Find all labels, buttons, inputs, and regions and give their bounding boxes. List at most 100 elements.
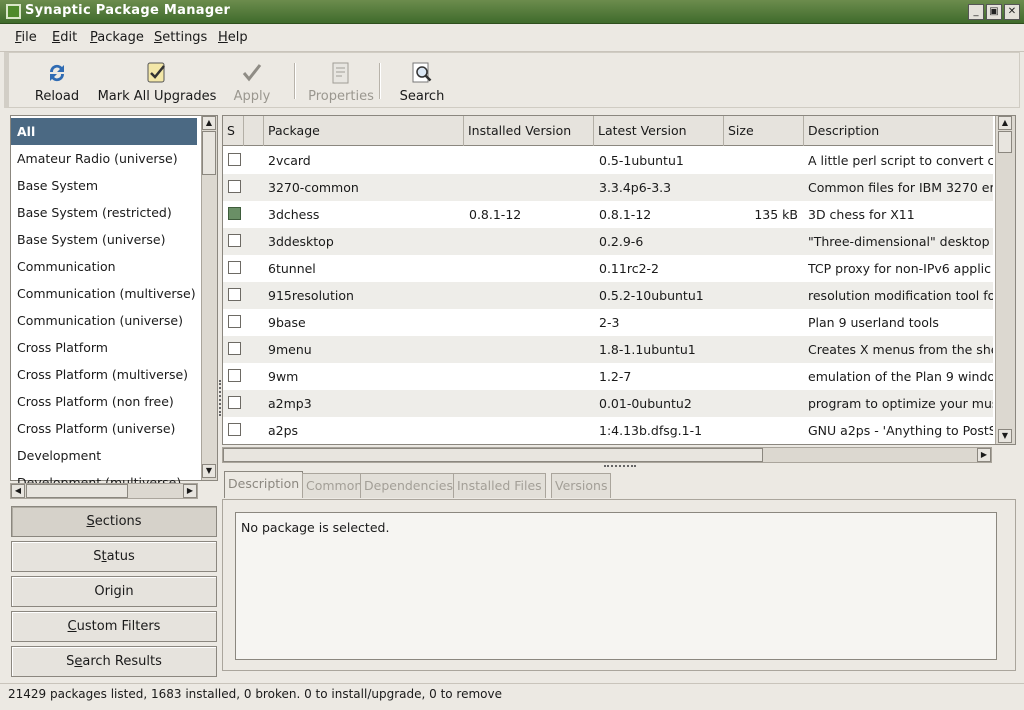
package-checkbox[interactable] (228, 369, 241, 382)
section-item[interactable]: Communication (11, 253, 197, 280)
table-row[interactable]: 2vcard 0.5-1ubuntu1 A little perl script… (223, 147, 993, 174)
section-item[interactable]: Cross Platform (non free) (11, 388, 197, 415)
tab-common[interactable]: Common (302, 473, 367, 498)
detail-message: No package is selected. (241, 520, 390, 535)
column-header-latest-version[interactable]: Latest Version (594, 116, 724, 146)
section-item[interactable]: Development (11, 442, 197, 469)
status-filter-button[interactable]: Status (11, 541, 217, 572)
tab-installed-files[interactable]: Installed Files (453, 473, 546, 498)
scroll-right-arrow-icon[interactable]: ▶ (977, 448, 991, 462)
section-item[interactable]: Cross Platform (multiverse) (11, 361, 197, 388)
search-icon (412, 62, 432, 83)
properties-button[interactable]: Properties (303, 57, 379, 105)
apply-button[interactable]: Apply (227, 57, 277, 105)
package-checkbox[interactable] (228, 396, 241, 409)
section-item[interactable]: Amateur Radio (universe) (11, 145, 197, 172)
table-row[interactable]: a2mp3 0.01-0ubuntu2 program to optimize … (223, 390, 993, 417)
origin-filter-button[interactable]: Origin (11, 576, 217, 607)
sections-vertical-scrollbar[interactable]: ▲ ▼ (201, 116, 217, 480)
window-title: Synaptic Package Manager (25, 3, 231, 18)
menu-help[interactable]: Help (218, 30, 248, 45)
package-vertical-scrollbar[interactable]: ▲ ▼ (995, 116, 1015, 444)
reload-icon (49, 64, 65, 82)
scroll-up-arrow-icon[interactable]: ▲ (202, 116, 216, 130)
scrollbar-thumb[interactable] (223, 448, 763, 462)
column-header-status[interactable]: S (223, 116, 244, 146)
close-button[interactable]: ✕ (1004, 4, 1020, 20)
table-row[interactable]: 9menu 1.8-1.1ubuntu1 Creates X menus fro… (223, 336, 993, 363)
scroll-up-arrow-icon[interactable]: ▲ (998, 116, 1012, 130)
status-text: 21429 packages listed, 1683 installed, 0… (8, 687, 502, 701)
package-list-header: S Package Installed Version Latest Versi… (223, 116, 993, 146)
package-checkbox[interactable] (228, 423, 241, 436)
table-row[interactable]: a2ps 1:4.13b.dfsg.1-1 GNU a2ps - 'Anythi… (223, 417, 993, 444)
table-row[interactable]: 915resolution 0.5.2-10ubuntu1 resolution… (223, 282, 993, 309)
scroll-left-arrow-icon[interactable]: ◀ (11, 484, 25, 498)
description-text-area[interactable]: No package is selected. (235, 512, 997, 660)
package-horizontal-scrollbar[interactable]: ▶ (222, 447, 992, 463)
column-header-installed-version[interactable]: Installed Version (464, 116, 594, 146)
menu-settings[interactable]: Settings (154, 30, 207, 45)
custom-filters-button[interactable]: Custom Filters (11, 611, 217, 642)
table-row[interactable]: 9base 2-3 Plan 9 userland tools (223, 309, 993, 336)
package-checkbox[interactable] (228, 288, 241, 301)
table-row[interactable]: 3270-common 3.3.4p6-3.3 Common files for… (223, 174, 993, 201)
properties-icon (332, 62, 349, 84)
section-item[interactable]: Base System (restricted) (11, 199, 197, 226)
scroll-down-arrow-icon[interactable]: ▼ (998, 429, 1012, 443)
checkmark-icon (242, 64, 262, 82)
package-checkbox[interactable] (228, 315, 241, 328)
section-item[interactable]: Communication (universe) (11, 307, 197, 334)
package-checkbox[interactable] (228, 180, 241, 193)
menu-edit[interactable]: Edit (52, 30, 77, 45)
package-checkbox[interactable] (228, 234, 241, 247)
detail-panel: No package is selected. (222, 499, 1016, 671)
scroll-down-arrow-icon[interactable]: ▼ (202, 464, 216, 478)
package-checkbox[interactable] (228, 342, 241, 355)
sections-horizontal-scrollbar[interactable]: ◀ ▶ (10, 483, 198, 499)
section-item[interactable]: Communication (multiverse) (11, 280, 197, 307)
section-item[interactable]: Base System (universe) (11, 226, 197, 253)
table-row[interactable]: 3ddesktop 0.2.9-6 "Three-dimensional" de… (223, 228, 993, 255)
column-header-size[interactable]: Size (724, 116, 804, 146)
table-row[interactable]: 3dchess 0.8.1-12 0.8.1-12 135 kB 3D ches… (223, 201, 993, 228)
column-header-description[interactable]: Description (804, 116, 993, 146)
toolbar-separator (294, 63, 296, 99)
section-item[interactable]: All (11, 118, 197, 145)
maximize-button[interactable]: ▣ (986, 4, 1002, 20)
scrollbar-thumb[interactable] (26, 484, 128, 498)
toolbar-separator (379, 63, 381, 99)
package-list: S Package Installed Version Latest Versi… (222, 115, 1016, 445)
minimize-button[interactable]: _ (968, 4, 984, 20)
table-row[interactable]: 9wm 1.2-7 emulation of the Plan 9 windov (223, 363, 993, 390)
section-item[interactable]: Cross Platform (universe) (11, 415, 197, 442)
scrollbar-thumb[interactable] (998, 131, 1012, 153)
search-button[interactable]: Search (394, 57, 450, 105)
menu-file[interactable]: File (15, 30, 37, 45)
scrollbar-thumb[interactable] (202, 131, 216, 175)
table-row[interactable]: 6tunnel 0.11rc2-2 TCP proxy for non-IPv6… (223, 255, 993, 282)
tab-description[interactable]: Description (224, 471, 304, 498)
menu-bar: File Edit Package Settings Help (0, 24, 1024, 52)
menu-package[interactable]: Package (90, 30, 144, 45)
sections-list: All Amateur Radio (universe) Base System… (10, 115, 218, 490)
column-header-marker[interactable] (244, 116, 264, 146)
section-item[interactable]: Cross Platform (11, 334, 197, 361)
tab-versions[interactable]: Versions (551, 473, 612, 498)
search-results-button[interactable]: Search Results (11, 646, 217, 677)
pane-resize-handle[interactable] (604, 465, 636, 468)
status-bar: 21429 packages listed, 1683 installed, 0… (0, 683, 1024, 710)
title-bar[interactable]: Synaptic Package Manager _ ▣ ✕ (0, 0, 1024, 24)
scroll-right-arrow-icon[interactable]: ▶ (183, 484, 197, 498)
tab-dependencies[interactable]: Dependencies (360, 473, 457, 498)
column-header-package[interactable]: Package (264, 116, 464, 146)
reload-button[interactable]: Reload (29, 57, 85, 105)
package-checkbox[interactable] (228, 153, 241, 166)
toolbar: Reload Mark All Upgrades Apply Propertie… (4, 52, 1020, 108)
package-checkbox[interactable] (228, 207, 241, 220)
section-item[interactable]: Base System (11, 172, 197, 199)
package-checkbox[interactable] (228, 261, 241, 274)
app-icon (6, 4, 21, 19)
sections-filter-button[interactable]: Sections (11, 506, 217, 537)
mark-all-upgrades-button[interactable]: Mark All Upgrades (97, 57, 217, 105)
